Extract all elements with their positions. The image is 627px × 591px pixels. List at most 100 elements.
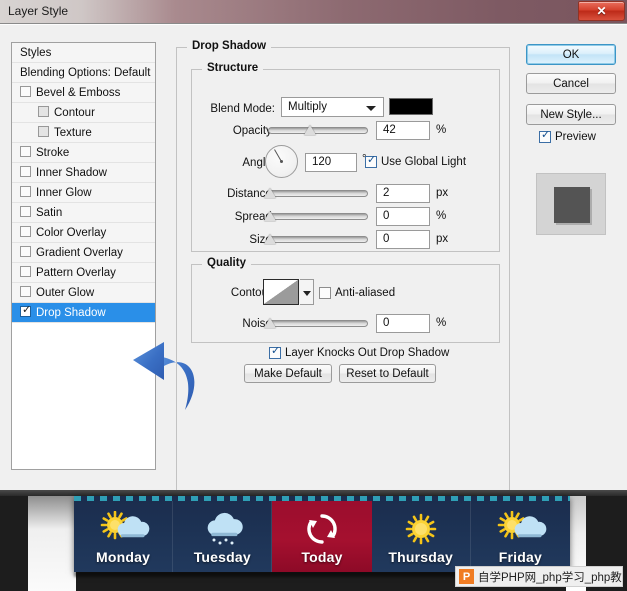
styles-item-checkbox[interactable] xyxy=(20,86,31,97)
noise-value-input[interactable]: 0 xyxy=(376,314,430,333)
opacity-value-input[interactable]: 42 xyxy=(376,121,430,140)
reset-to-default-button[interactable]: Reset to Default xyxy=(339,364,436,383)
styles-item-drop-shadow[interactable]: ✓ Drop Shadow xyxy=(12,303,155,323)
structure-group-title: Structure xyxy=(202,62,264,74)
check-icon: ✓ xyxy=(541,129,551,141)
noise-slider-knob[interactable] xyxy=(264,318,277,329)
spread-slider[interactable] xyxy=(264,209,368,223)
window-titlebar: Layer Style ✕ xyxy=(0,0,627,24)
distance-value-input[interactable]: 2 xyxy=(376,184,430,203)
styles-item-checkbox[interactable] xyxy=(20,286,31,297)
screenshot-root: Layer Style ✕ Styles Blending Options: D… xyxy=(0,0,627,591)
window-title: Layer Style xyxy=(8,4,69,18)
weather-widget: Monday Tuesday Today Thursday Friday xyxy=(74,496,570,572)
close-button[interactable]: ✕ xyxy=(578,1,625,21)
size-slider[interactable] xyxy=(264,232,368,246)
styles-item-label: Drop Shadow xyxy=(36,307,106,319)
anti-aliased-label: Anti-aliased xyxy=(335,287,396,299)
styles-item-blending-options[interactable]: Blending Options: Default xyxy=(12,63,155,83)
styles-item-label: Inner Glow xyxy=(36,187,92,199)
shadow-color-swatch[interactable] xyxy=(389,98,433,115)
styles-item-checkbox[interactable]: ✓ xyxy=(20,304,32,317)
styles-item-checkbox[interactable] xyxy=(20,166,31,177)
spread-slider-knob[interactable] xyxy=(264,211,277,222)
weather-day-label: Today xyxy=(301,549,343,565)
weather-day-tuesday[interactable]: Tuesday xyxy=(173,501,273,572)
make-default-button[interactable]: Make Default xyxy=(244,364,332,383)
styles-item-inner-shadow[interactable]: Inner Shadow xyxy=(12,163,155,183)
blend-mode-value: Multiply xyxy=(288,101,327,113)
size-value-input[interactable]: 0 xyxy=(376,230,430,249)
styles-item-label: Gradient Overlay xyxy=(36,247,123,259)
styles-item-checkbox[interactable] xyxy=(38,106,49,117)
watermark-logo-icon: P xyxy=(459,569,474,584)
weather-day-monday[interactable]: Monday xyxy=(74,501,174,572)
anti-aliased-checkbox[interactable] xyxy=(319,287,331,299)
contour-dropdown-button[interactable] xyxy=(300,279,314,305)
styles-item-label: Inner Shadow xyxy=(36,167,107,179)
noise-slider[interactable] xyxy=(264,316,368,330)
opacity-slider-knob[interactable] xyxy=(304,125,317,136)
contour-preset-swatch[interactable] xyxy=(263,279,299,305)
angle-value-input[interactable]: 120 xyxy=(305,153,357,172)
styles-item-color-overlay[interactable]: Color Overlay xyxy=(12,223,155,243)
weather-day-today[interactable]: Today xyxy=(272,501,372,572)
weather-day-friday[interactable]: Friday xyxy=(471,501,570,572)
quality-group: Quality xyxy=(191,257,500,343)
layer-knocks-out-label: Layer Knocks Out Drop Shadow xyxy=(285,347,450,359)
styles-item-satin[interactable]: Satin xyxy=(12,203,155,223)
chevron-down-icon xyxy=(303,291,311,296)
styles-item-checkbox[interactable] xyxy=(20,266,31,277)
styles-item-label: Bevel & Emboss xyxy=(36,87,121,99)
new-style-button[interactable]: New Style... xyxy=(526,104,616,125)
size-slider-knob[interactable] xyxy=(264,234,277,245)
angle-dial[interactable] xyxy=(265,145,298,178)
distance-slider-knob[interactable] xyxy=(264,188,277,199)
noise-slider-track xyxy=(268,320,368,327)
cancel-button[interactable]: Cancel xyxy=(526,73,616,94)
styles-item-checkbox[interactable] xyxy=(20,146,31,157)
styles-item-stroke[interactable]: Stroke xyxy=(12,143,155,163)
styles-item-gradient-overlay[interactable]: Gradient Overlay xyxy=(12,243,155,263)
styles-item-outer-glow[interactable]: Outer Glow xyxy=(12,283,155,303)
styles-item-bevel-emboss[interactable]: Bevel & Emboss xyxy=(12,83,155,103)
sun-cloud-icon xyxy=(100,510,150,540)
styles-item-contour[interactable]: Contour xyxy=(12,103,155,123)
blend-mode-dropdown[interactable]: Multiply xyxy=(281,97,384,117)
spread-value-input[interactable]: 0 xyxy=(376,207,430,226)
drop-shadow-group-title: Drop Shadow xyxy=(187,40,272,52)
check-icon: ✓ xyxy=(22,304,32,316)
styles-item-label: Outer Glow xyxy=(36,287,95,299)
layer-knocks-out-checkbox[interactable]: ✓ xyxy=(269,345,281,359)
angle-dial-center xyxy=(280,160,283,163)
styles-item-texture[interactable]: Texture xyxy=(12,123,155,143)
distance-slider-track xyxy=(268,190,368,197)
styles-item-label: Texture xyxy=(54,127,92,139)
preview-checkbox[interactable]: ✓ xyxy=(539,129,551,143)
styles-item-checkbox[interactable] xyxy=(20,186,31,197)
refresh-icon xyxy=(307,514,337,544)
styles-item-inner-glow[interactable]: Inner Glow xyxy=(12,183,155,203)
size-unit: px xyxy=(436,233,449,245)
weather-icon-wrapper xyxy=(393,511,449,547)
quality-group-title: Quality xyxy=(202,257,251,269)
styles-item-checkbox[interactable] xyxy=(20,206,31,217)
opacity-slider[interactable] xyxy=(268,123,368,137)
ok-button[interactable]: OK xyxy=(526,44,616,65)
size-slider-track xyxy=(268,236,368,243)
spread-unit: % xyxy=(436,210,447,222)
spread-label: Spread: xyxy=(234,211,275,223)
styles-item-checkbox[interactable] xyxy=(38,126,49,137)
distance-slider[interactable] xyxy=(264,186,368,200)
watermark-text: 自学PHP网_php学习_php教 xyxy=(478,571,622,584)
styles-item-checkbox[interactable] xyxy=(20,226,31,237)
use-global-light-checkbox[interactable]: ✓ xyxy=(365,154,377,168)
close-icon: ✕ xyxy=(596,4,607,18)
sun-cloud-icon xyxy=(498,510,547,540)
styles-item-checkbox[interactable] xyxy=(20,246,31,257)
weather-day-thursday[interactable]: Thursday xyxy=(372,501,471,572)
preview-label: Preview xyxy=(555,131,596,143)
weather-icon-wrapper xyxy=(194,511,250,547)
styles-item-pattern-overlay[interactable]: Pattern Overlay xyxy=(12,263,155,283)
contour-curve-icon xyxy=(264,280,298,304)
